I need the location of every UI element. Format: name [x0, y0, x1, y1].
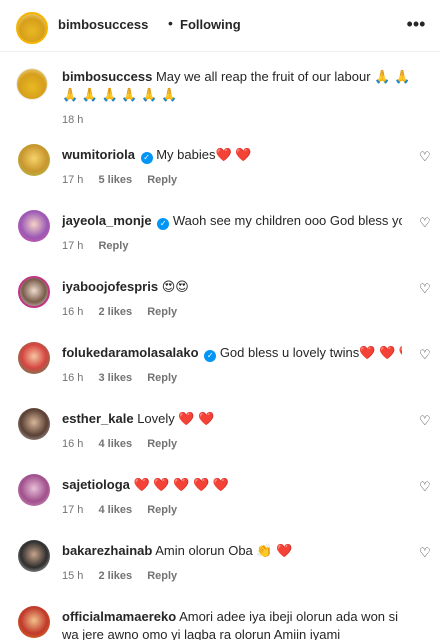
comment-item: iyaboojofespris 😍😍 16 h 2 likes Reply ♡ [0, 272, 440, 336]
avatar[interactable] [16, 68, 48, 100]
comment-username[interactable]: wumitoriola [62, 147, 135, 162]
comment-item: esther_kale Lovely ❤️ ❤️ 16 h 4 likes Re… [0, 404, 440, 468]
verified-badge-icon: ✓ [140, 152, 153, 164]
comment-item: sajetiologa ❤️ ❤️ ❤️ ❤️ ❤️ 17 h 4 likes … [0, 470, 440, 534]
comment-username[interactable]: jayeola_monje [62, 213, 152, 228]
comment-timestamp: 16 h [62, 372, 84, 384]
post-header: bimbosuccess • Following ••• [0, 0, 440, 52]
avatar[interactable] [18, 144, 50, 176]
comment-text: ❤️ ❤️ ❤️ ❤️ ❤️ [133, 477, 229, 492]
comment-likes[interactable]: 2 likes [98, 306, 132, 318]
heart-outline-icon[interactable]: ♡ [419, 480, 433, 494]
comment-item: wumitoriola ✓ My babies❤️ ❤️ 17 h 5 like… [0, 140, 440, 204]
heart-outline-icon[interactable]: ♡ [419, 216, 433, 230]
comment-text: Lovely ❤️ ❤️ [137, 411, 215, 426]
more-options-icon[interactable]: ••• [404, 14, 428, 38]
reply-button[interactable]: Reply [147, 504, 177, 516]
caption-username[interactable]: bimbosuccess [62, 69, 152, 84]
reply-button[interactable]: Reply [98, 240, 128, 252]
reply-button[interactable]: Reply [147, 306, 177, 318]
separator-dot: • [168, 15, 173, 31]
avatar[interactable] [18, 210, 50, 242]
comment-text: Amin olorun Oba 👏 ❤️ [155, 543, 293, 558]
avatar[interactable] [18, 408, 50, 440]
comment-username[interactable]: folukedaramolasalako [62, 345, 199, 360]
comment-timestamp: 17 h [62, 240, 84, 252]
comment-username[interactable]: officialmamaereko [62, 609, 176, 624]
comment-username[interactable]: bakarezhainab [62, 543, 152, 558]
avatar[interactable] [18, 540, 50, 572]
avatar[interactable] [18, 276, 50, 308]
heart-outline-icon[interactable]: ♡ [419, 546, 433, 560]
comment-likes[interactable]: 2 likes [98, 570, 132, 582]
post-caption: bimbosuccess May we all reap the fruit o… [0, 56, 440, 136]
reply-button[interactable]: Reply [147, 174, 177, 186]
comment-timestamp: 17 h [62, 174, 84, 186]
comment-text: My babies❤️ ❤️ [156, 147, 252, 162]
verified-badge-icon: ✓ [157, 218, 170, 230]
comment-item: bakarezhainab Amin olorun Oba 👏 ❤️ 15 h … [0, 536, 440, 600]
comment-username[interactable]: sajetiologa [62, 477, 130, 492]
comment-likes[interactable]: 5 likes [98, 174, 132, 186]
comment-item: jayeola_monje ✓ Waoh see my children ooo… [0, 206, 440, 270]
comment-likes[interactable]: 4 likes [98, 504, 132, 516]
heart-outline-icon[interactable]: ♡ [419, 150, 433, 164]
comment-item: officialmamaereko Amori adee iya ibeji o… [0, 602, 440, 640]
heart-outline-icon[interactable]: ♡ [419, 348, 433, 362]
comment-timestamp: 16 h [62, 438, 84, 450]
comment-likes[interactable]: 4 likes [98, 438, 132, 450]
comment-text: God bless u lovely twins❤️ ❤️ ❤️ [219, 345, 402, 360]
comment-text: 😍😍 [161, 279, 189, 294]
avatar[interactable] [18, 606, 50, 638]
comment-item: folukedaramolasalako ✓ God bless u lovel… [0, 338, 440, 402]
verified-badge-icon: ✓ [204, 350, 217, 362]
reply-button[interactable]: Reply [147, 438, 177, 450]
caption-text-block: bimbosuccess May we all reap the fruit o… [62, 68, 422, 104]
avatar[interactable] [16, 12, 48, 44]
comment-timestamp: 15 h [62, 570, 84, 582]
comment-timestamp: 17 h [62, 504, 84, 516]
reply-button[interactable]: Reply [147, 570, 177, 582]
caption-timestamp: 18 h [62, 114, 84, 126]
heart-outline-icon[interactable]: ♡ [419, 282, 433, 296]
comment-timestamp: 16 h [62, 306, 84, 318]
heart-outline-icon[interactable]: ♡ [419, 414, 433, 428]
comment-likes[interactable]: 3 likes [98, 372, 132, 384]
avatar[interactable] [18, 342, 50, 374]
comment-text: Waoh see my children ooo God bless you [172, 213, 402, 228]
avatar[interactable] [18, 474, 50, 506]
comment-username[interactable]: esther_kale [62, 411, 134, 426]
following-button[interactable]: Following [180, 17, 241, 32]
post-author-username[interactable]: bimbosuccess [58, 17, 148, 32]
comment-username[interactable]: iyaboojofespris [62, 279, 158, 294]
reply-button[interactable]: Reply [147, 372, 177, 384]
